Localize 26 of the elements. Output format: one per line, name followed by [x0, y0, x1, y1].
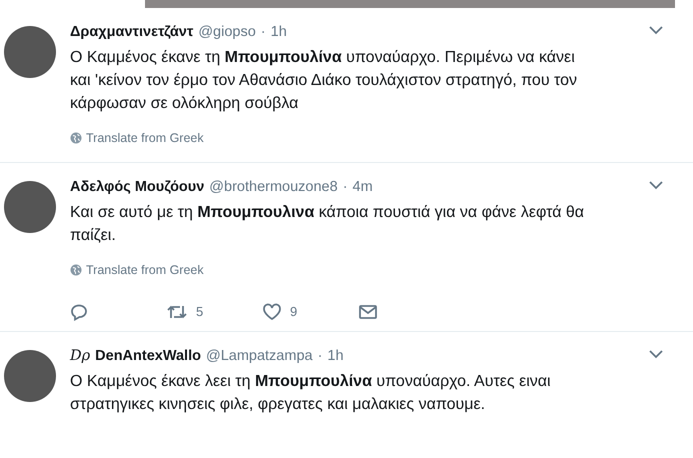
display-name[interactable]: Αδελφός Μουζόουν	[70, 176, 204, 199]
name-decoration: Dρ	[70, 347, 90, 366]
like-button[interactable]: 9	[262, 302, 358, 322]
separator-dot: ·	[318, 347, 322, 366]
globe-icon	[70, 264, 82, 276]
display-name[interactable]: DenAntexWallo	[95, 346, 201, 368]
user-handle[interactable]: @giopso	[198, 22, 256, 44]
tweet-text: Ο Καμμένος έκανε λεει τη Μπουμπουλίνα υποναύαρχο. Αυτες ειναι στρατηγικες κινησεις φιλε, φρεγατες και μαλακιες ναπουμε.	[70, 372, 552, 415]
tweet-text: Και σε αυτό με τη Μπουμπουλινα κάποια πουστιά για να φάνε λεφτά θα παίζει.	[70, 202, 586, 246]
envelope-icon	[358, 304, 378, 320]
translate-link[interactable]: Translate from Greek	[70, 260, 204, 280]
user-handle[interactable]: @Lampatzampa	[206, 346, 313, 368]
display-name[interactable]: Δραχμαντινετζάντ	[70, 22, 194, 44]
translate-link[interactable]: Translate from Greek	[70, 128, 204, 148]
user-handle[interactable]: @brothermouzone8	[209, 176, 338, 199]
separator-dot: ·	[342, 178, 348, 197]
avatar-placeholder[interactable]	[4, 26, 56, 78]
retweet-button[interactable]: 5	[166, 302, 262, 322]
tweet-time[interactable]: 1h	[270, 22, 287, 44]
tweet-text: Ο Καμμένος έκανε τη Μπουμπουλίνα υποναύαρχο. Περιμένω να κάνει και 'κείνον τον έρμο τον Αθανάσιο Διάκο τουλάχιστον στρατηγό, που τον κάρφωσαν σε ολόκληρη σούβλα	[70, 48, 578, 114]
tweet-time[interactable]: 4m	[352, 176, 373, 199]
globe-icon	[70, 132, 82, 144]
separator-dot: ·	[260, 23, 266, 42]
tweet-time[interactable]: 1h	[327, 346, 344, 368]
heart-icon	[262, 302, 282, 320]
reply-icon	[70, 302, 88, 320]
